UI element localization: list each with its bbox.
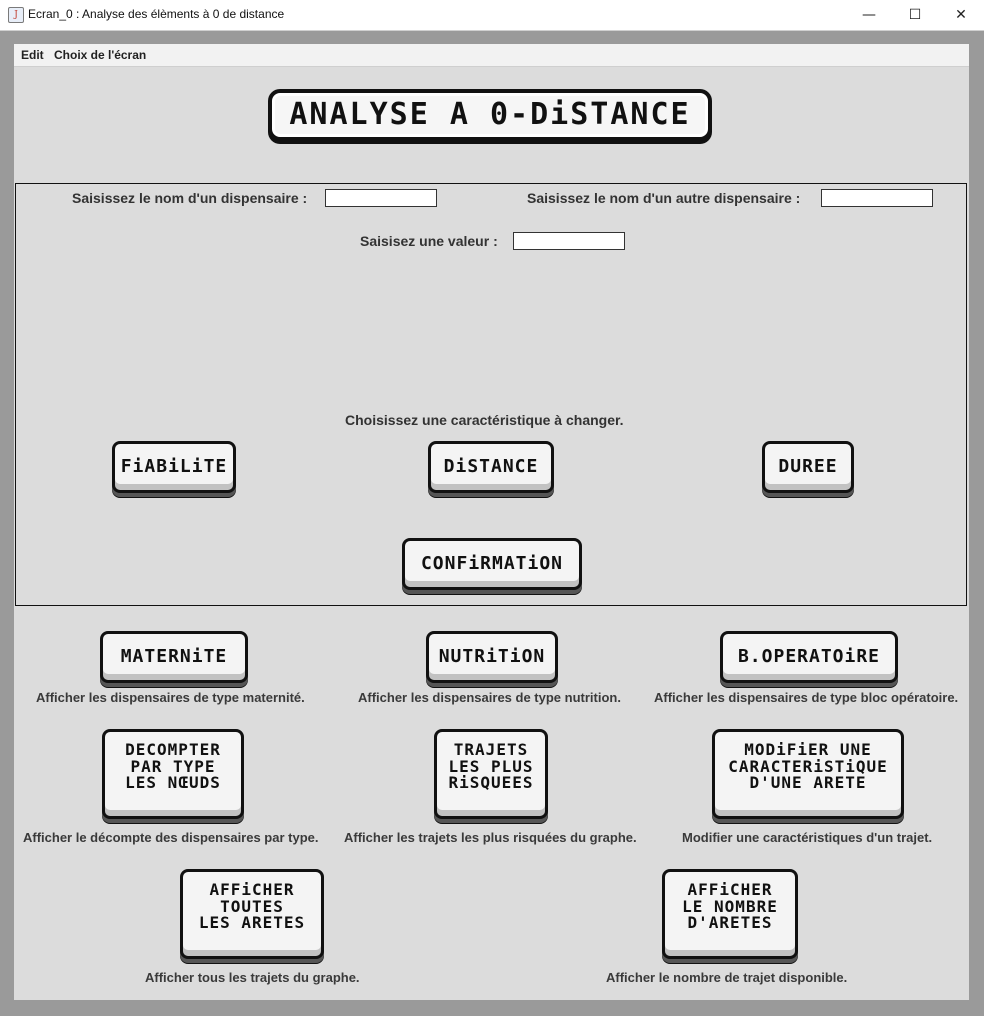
decompter-par-type-button[interactable]: DECOMPTER PAR TYPE LES NŒUDS [102, 729, 244, 819]
modifier-caracteristique-button[interactable]: MODiFiER UNE CARACTERiSTiQUE D'UNE ARETE [712, 729, 904, 819]
window-titlebar: J Ecran_0 : Analyse des élèments à 0 de … [0, 0, 984, 31]
dispensaire1-label: Saisissez le nom d'un dispensaire : [72, 190, 308, 206]
dispensaire2-input[interactable] [821, 189, 933, 207]
fiabilite-button[interactable]: FiABiLiTE [112, 441, 236, 493]
app-window: Edit Choix de l'écran ANALYSE A 0-DiSTAN… [14, 44, 969, 1000]
menu-edit[interactable]: Edit [21, 48, 44, 62]
decompter-description: Afficher le décompte des dispensaires pa… [23, 830, 319, 845]
afficher-toutes-aretes-button[interactable]: AFFiCHER TOUTES LES ARETES [180, 869, 324, 959]
minimize-icon[interactable]: — [846, 0, 892, 30]
valeur-label: Saisisez une valeur : [360, 233, 498, 249]
afficher-nombre-aretes-description: Afficher le nombre de trajet disponible. [606, 970, 848, 985]
dispensaire2-label: Saisissez le nom d'un autre dispensaire … [527, 190, 801, 206]
menu-choix-ecran[interactable]: Choix de l'écran [54, 48, 146, 62]
form-panel: Saisissez le nom d'un dispensaire : Sais… [15, 183, 967, 606]
modifier-caracteristique-description: Modifier une caractéristiques d'un traje… [682, 830, 933, 845]
trajets-risquees-button[interactable]: TRAJETS LES PLUS RiSQUEES [434, 729, 548, 819]
maximize-icon[interactable]: ☐ [892, 0, 938, 30]
confirmation-button[interactable]: CONFiRMATiON [402, 538, 582, 590]
window-title: Ecran_0 : Analyse des élèments à 0 de di… [28, 7, 285, 21]
java-icon: J [8, 7, 24, 23]
dispensaire1-input[interactable] [325, 189, 437, 207]
afficher-nombre-aretes-button[interactable]: AFFiCHER LE NOMBRE D'ARETES [662, 869, 798, 959]
valeur-input[interactable] [513, 232, 625, 250]
nutrition-description: Afficher les dispensaires de type nutrit… [358, 690, 621, 705]
duree-button[interactable]: DUREE [762, 441, 854, 493]
distance-button[interactable]: DiSTANCE [428, 441, 554, 493]
maternite-description: Afficher les dispensaires de type matern… [36, 690, 305, 705]
bloc-operatoire-description: Afficher les dispensaires de type bloc o… [654, 690, 959, 705]
afficher-toutes-aretes-description: Afficher tous les trajets du graphe. [145, 970, 360, 985]
menu-bar: Edit Choix de l'écran [14, 44, 969, 67]
trajets-risquees-description: Afficher les trajets les plus risquées d… [344, 830, 637, 845]
nutrition-button[interactable]: NUTRiTiON [426, 631, 558, 683]
page-title: ANALYSE A 0-DiSTANCE [268, 89, 712, 141]
maternite-button[interactable]: MATERNiTE [100, 631, 248, 683]
close-icon[interactable]: ✕ [938, 0, 984, 30]
choose-characteristic-label: Choisissez une caractéristique à changer… [345, 412, 624, 428]
bloc-operatoire-button[interactable]: B.OPERATOiRE [720, 631, 898, 683]
